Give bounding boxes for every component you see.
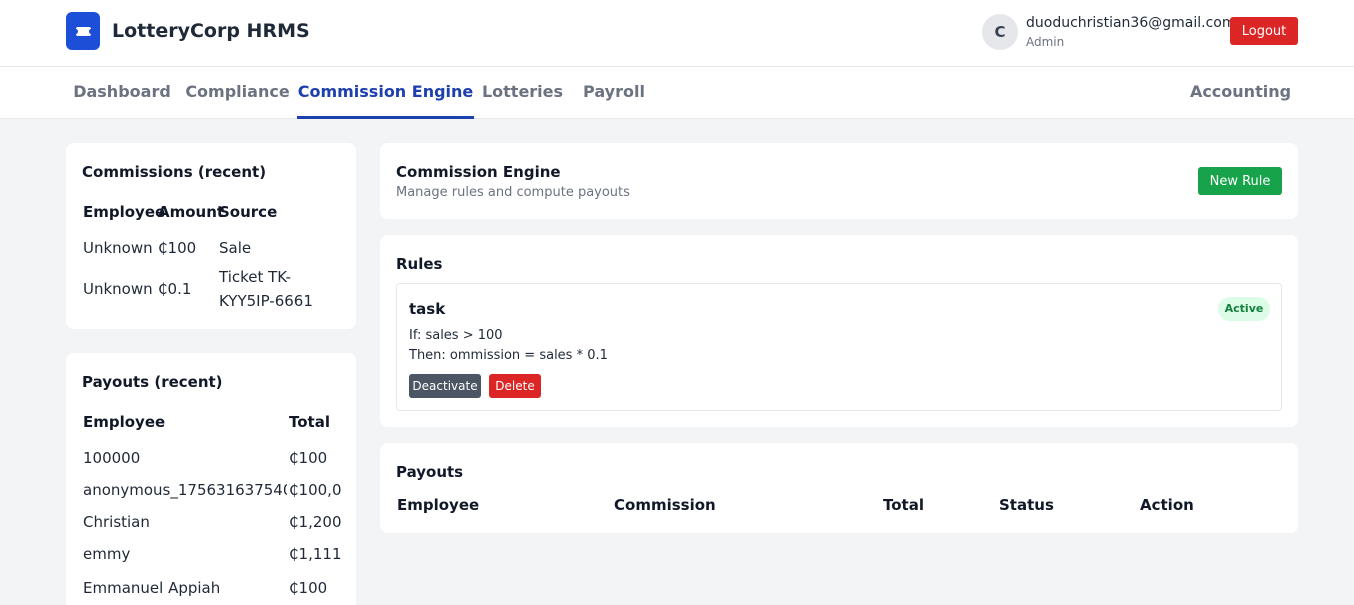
tab-dashboard[interactable]: Dashboard <box>66 67 178 119</box>
page-title: Commission Engine <box>396 163 561 181</box>
deactivate-button[interactable]: Deactivate <box>409 374 481 398</box>
payout-employee: Emmanuel Appiah <box>83 579 221 597</box>
user-email: duoduchristian36@gmail.com <box>1026 15 1236 31</box>
column-header-total: Total <box>289 413 330 431</box>
rule-item: task Active If: sales > 100 Then: ommiss… <box>396 283 1282 411</box>
tab-commission-engine[interactable]: Commission Engine <box>297 67 474 119</box>
column-header-commission: Commission <box>614 496 716 514</box>
main-nav: Dashboard Compliance Commission Engine L… <box>0 67 1354 119</box>
app-title[interactable]: LotteryCorp HRMS <box>112 20 310 42</box>
logout-button[interactable]: Logout <box>1230 17 1298 45</box>
payouts-title: Payouts <box>396 463 464 481</box>
tab-lotteries[interactable]: Lotteries <box>474 67 571 119</box>
commission-amount: ₵100 <box>158 239 197 257</box>
column-header-status: Status <box>999 496 1054 514</box>
top-bar: LotteryCorp HRMS C duoduchristian36@gmai… <box>0 0 1354 67</box>
payout-total: ₵100 <box>289 579 328 597</box>
payout-total: ₵1,200 <box>289 513 342 531</box>
status-badge: Active <box>1218 297 1270 321</box>
payout-employee: 100000 <box>83 449 141 467</box>
column-header-total: Total <box>883 496 924 514</box>
payout-employee: emmy <box>83 545 131 563</box>
commission-source-continued: KYY5IP-6661 <box>219 292 313 310</box>
payout-total: ₵100 <box>289 449 328 467</box>
payout-total: ₵100,0 <box>289 481 342 499</box>
commission-source: Sale <box>219 239 252 257</box>
payout-employee: Christian <box>83 513 150 531</box>
rule-action: Then: ommission = sales * 0.1 <box>409 348 608 363</box>
payout-employee: anonymous_1756316375400 <box>83 481 287 499</box>
commission-amount: ₵0.1 <box>158 280 192 298</box>
commissions-recent-title: Commissions (recent) <box>82 163 267 181</box>
column-header-employee: Employee <box>83 203 166 221</box>
payout-total: ₵1,111 <box>289 545 342 563</box>
tab-payroll[interactable]: Payroll <box>571 67 657 119</box>
commission-employee: Unknown <box>83 239 153 257</box>
commission-employee: Unknown <box>83 280 153 298</box>
tab-accounting[interactable]: Accounting <box>1183 67 1298 119</box>
commission-source: Ticket TK- <box>219 268 291 286</box>
avatar[interactable]: C <box>982 14 1018 50</box>
page-subtitle: Manage rules and compute payouts <box>396 185 630 200</box>
commissions-recent-card: Commissions (recent) Employee Amount Sou… <box>66 143 356 329</box>
column-header-amount: Amount <box>158 203 225 221</box>
delete-button[interactable]: Delete <box>489 374 541 398</box>
user-role: Admin <box>1026 35 1065 49</box>
rule-condition: If: sales > 100 <box>409 328 503 343</box>
column-header-action: Action <box>1140 496 1194 514</box>
tab-compliance[interactable]: Compliance <box>178 67 297 119</box>
rules-card: Rules task Active If: sales > 100 Then: … <box>380 235 1298 427</box>
new-rule-button[interactable]: New Rule <box>1198 167 1282 195</box>
rules-title: Rules <box>396 255 443 273</box>
column-header-employee: Employee <box>397 496 480 514</box>
ticket-icon[interactable] <box>66 12 100 50</box>
payouts-recent-title: Payouts (recent) <box>82 373 223 391</box>
rule-name: task <box>409 300 446 318</box>
column-header-employee: Employee <box>83 413 166 431</box>
payouts-card: Payouts Employee Commission Total Status… <box>380 443 1298 533</box>
payouts-recent-card: Payouts (recent) Employee Total 100000 ₵… <box>66 353 356 605</box>
engine-header-card: Commission Engine Manage rules and compu… <box>380 143 1298 219</box>
column-header-source: Source <box>219 203 278 221</box>
